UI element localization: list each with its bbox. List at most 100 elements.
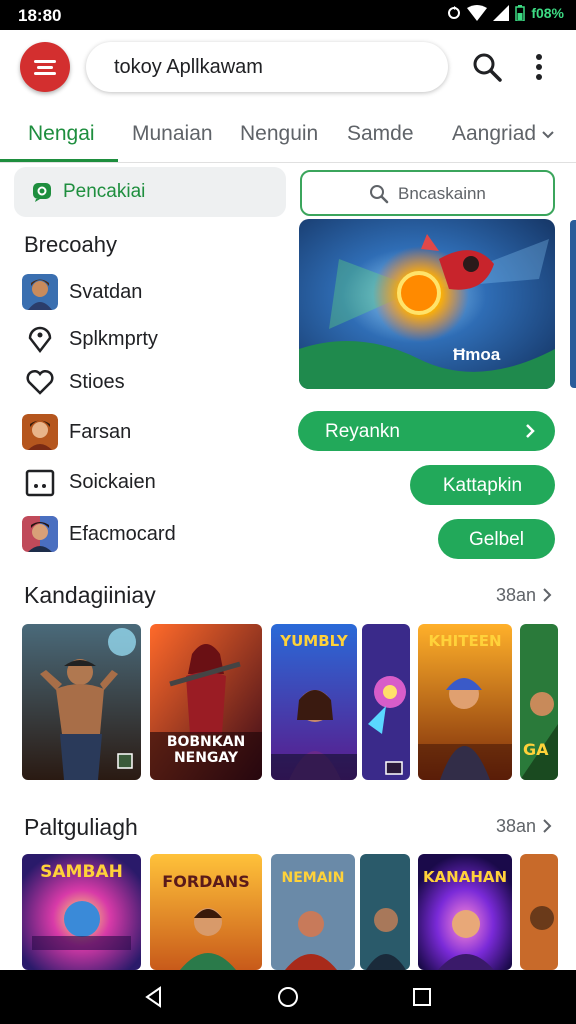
tab-samde[interactable]: Samde — [347, 122, 414, 146]
primary-action-button[interactable]: Reyankn — [298, 411, 555, 451]
see-more-label: 38an — [495, 816, 536, 836]
secondary-search-placeholder: Bncaskainn — [398, 184, 486, 203]
list-item-label: Svatdan — [69, 281, 143, 303]
tab-munaian[interactable]: Munaian — [132, 122, 213, 146]
game-card[interactable] — [360, 854, 410, 970]
battery-percent: f08% — [531, 5, 564, 21]
status-time: 18:80 — [18, 6, 62, 25]
dice-icon — [25, 469, 55, 497]
game-card[interactable]: KANAHAN — [418, 854, 512, 970]
list-item-label: Efacmocard — [69, 523, 176, 545]
home-icon[interactable] — [276, 985, 300, 1009]
list-item[interactable]: Splkmprty — [22, 319, 282, 359]
list-item-label: Stioes — [69, 371, 125, 393]
search-icon — [370, 185, 389, 204]
more-options-button[interactable] — [528, 50, 550, 84]
secondary-search-input[interactable]: Bncaskainn — [300, 170, 555, 216]
game-card[interactable]: SAMBAH — [22, 854, 141, 970]
tabs-divider — [0, 162, 576, 163]
game-card[interactable]: GA — [520, 624, 558, 780]
game-card-title: GA — [523, 740, 549, 759]
signal-icon — [493, 5, 510, 21]
see-more-link[interactable]: 38an — [496, 585, 552, 606]
game-card[interactable]: FORDANS — [150, 854, 262, 970]
menu-line — [34, 72, 56, 75]
chevron-right-icon — [543, 588, 552, 602]
chevron-right-icon — [526, 424, 535, 438]
avatar-icon — [22, 516, 58, 552]
primary-action-label: Reyankn — [325, 421, 400, 442]
chevron-right-icon — [543, 819, 552, 833]
see-more-label: 38an — [495, 585, 536, 605]
tertiary-action-button[interactable]: Gelbel — [438, 519, 555, 559]
game-card-title: YUMBLY — [280, 632, 348, 650]
secondary-action-button[interactable]: Kattapkin — [410, 465, 555, 505]
system-nav-bar — [0, 970, 576, 1024]
featured-banner-caption: Ħmoa — [453, 345, 501, 364]
list-item-label: Splkmprty — [69, 328, 158, 350]
recents-icon[interactable] — [410, 985, 434, 1009]
game-card-title: FORDANS — [162, 872, 250, 891]
tab-aangriad[interactable]: Aangriad — [452, 122, 554, 146]
tab-bar: Nengai Munaian Nenguin Samde Aangriad — [0, 112, 576, 164]
status-bar: 18:80 f08% — [0, 0, 576, 30]
game-card[interactable]: BOBNKAN NENGAY — [150, 624, 262, 780]
game-card[interactable] — [520, 854, 558, 970]
see-more-link[interactable]: 38an — [496, 816, 552, 837]
category-chip[interactable]: Pencakiai — [14, 167, 286, 217]
tertiary-action-label: Gelbel — [469, 529, 524, 550]
tab-nenguin[interactable]: Nenguin — [240, 122, 318, 146]
secondary-action-label: Kattapkin — [442, 475, 523, 496]
search-input-value: tokoy Apllkawam — [114, 56, 263, 78]
next-banner-peek[interactable] — [570, 220, 576, 388]
status-icons: f08% — [447, 5, 564, 21]
list-item[interactable]: Svatdan — [22, 272, 282, 312]
search-icon[interactable] — [470, 50, 504, 84]
game-card-art — [360, 854, 410, 970]
list-item[interactable]: Farsan — [22, 412, 282, 452]
dot — [536, 74, 542, 80]
chevron-down-icon — [542, 131, 554, 139]
menu-line — [34, 60, 56, 63]
game-card[interactable] — [22, 624, 141, 780]
game-card-art — [22, 624, 141, 780]
wifi-icon — [467, 5, 488, 21]
list-item-label: Farsan — [69, 421, 132, 443]
tab-nengai[interactable]: Nengai — [28, 122, 95, 146]
chat-bubble-icon — [33, 183, 51, 202]
featured-banner[interactable]: Ħmoa — [299, 219, 555, 389]
game-card-art — [362, 624, 410, 780]
search-input[interactable]: tokoy Apllkawam — [86, 42, 448, 92]
list-item-label: Soickaien — [69, 471, 156, 493]
game-card-title: SAMBAH — [40, 862, 123, 882]
tab-aangriad-label: Aangriad — [452, 122, 537, 145]
avatar-icon — [22, 274, 58, 310]
game-card[interactable]: NEMAIN — [271, 854, 355, 970]
game-card-title: KHITEEN — [428, 632, 502, 650]
game-card[interactable]: KHITEEN — [418, 624, 512, 780]
featured-banner-art — [299, 219, 555, 389]
menu-button[interactable] — [20, 42, 70, 92]
game-card-title: KANAHAN — [422, 868, 508, 886]
dot — [536, 64, 542, 70]
game-card-title: BOBNKAN NENGAY — [166, 734, 246, 766]
list-item[interactable]: Soickaien — [22, 462, 282, 502]
battery-icon — [515, 5, 526, 21]
category-chip-label: Pencakiai — [63, 181, 146, 202]
heart-icon — [26, 369, 54, 395]
dot — [536, 54, 542, 60]
game-card[interactable] — [362, 624, 410, 780]
game-card-art — [520, 854, 558, 970]
game-card[interactable]: YUMBLY — [271, 624, 357, 780]
sync-icon — [448, 6, 461, 19]
section-title: Paltguliagh — [24, 814, 138, 840]
menu-line — [37, 66, 53, 69]
list-item[interactable]: Efacmocard — [22, 514, 282, 554]
game-card-title: NEMAIN — [281, 870, 345, 886]
list-item[interactable]: Stioes — [22, 362, 282, 402]
back-icon[interactable] — [142, 985, 166, 1009]
left-section-title: Brecoahy — [24, 232, 117, 257]
section-title: Kandagiiniay — [24, 582, 156, 608]
avatar-icon — [22, 414, 58, 450]
pin-heart-icon — [28, 326, 52, 354]
